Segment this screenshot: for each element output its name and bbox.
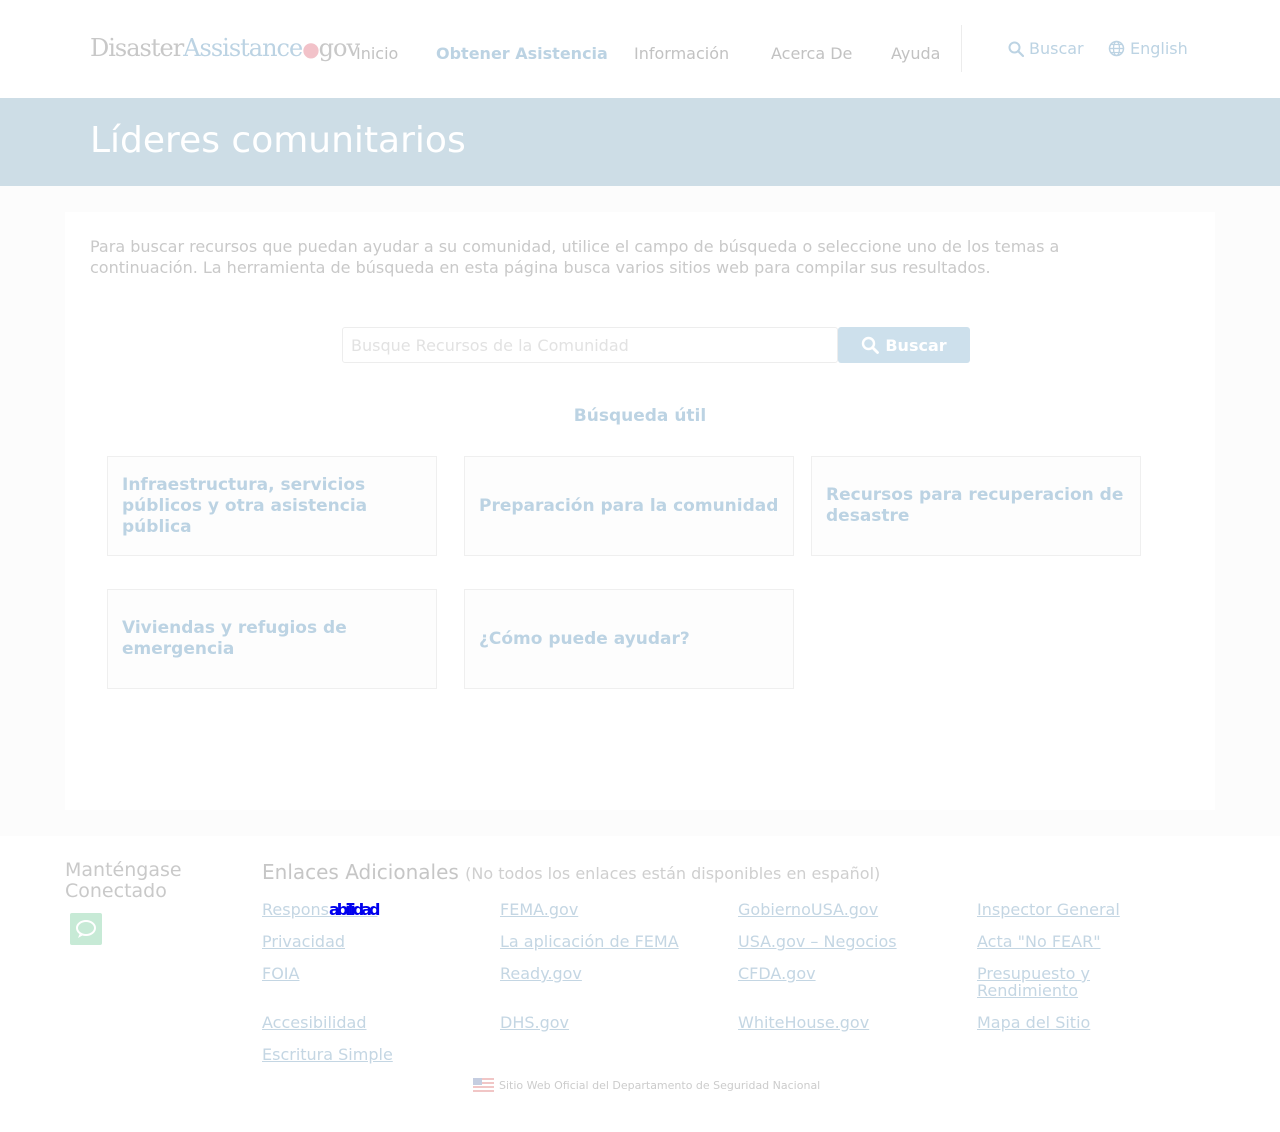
footer-link-mapa-del-sitio[interactable]: Mapa del Sitio (977, 1014, 1197, 1031)
footer-link-presupuesto[interactable]: Presupuesto y Rendimiento (977, 965, 1137, 999)
community-search-button[interactable]: Buscar (838, 327, 970, 363)
nav-item-ayuda[interactable]: Ayuda (891, 44, 940, 63)
topic-card-recuperacion[interactable]: Recursos para recuperacion de desastre (811, 456, 1141, 556)
additional-links-heading: Enlaces Adicionales (262, 860, 459, 884)
footer-link-usa-negocios[interactable]: USA.gov – Negocios (738, 933, 958, 950)
site-logo[interactable]: DisasterAssistance●gov (90, 34, 360, 62)
topic-card-preparacion[interactable]: Preparación para la comunidad (464, 456, 794, 556)
search-icon (862, 336, 880, 354)
footer-link-inspector-general[interactable]: Inspector General (977, 901, 1197, 918)
additional-links-note: (No todos los enlaces están disponibles … (465, 864, 881, 883)
topic-card-viviendas[interactable]: Viviendas y refugios de emergencia (107, 589, 437, 689)
footer-link-responsabilidad-glitch: abilidad (329, 900, 380, 919)
site-header: DisasterAssistance●gov Inicio Obtener As… (0, 0, 1280, 98)
logo-text-assistance: Assistance (183, 34, 303, 62)
community-search-button-label: Buscar (885, 335, 947, 355)
nav-item-informacion[interactable]: Información (634, 44, 729, 63)
additional-links-title: Enlaces Adicionales (No todos los enlace… (262, 860, 880, 884)
footer-link-dhs[interactable]: DHS.gov (500, 1014, 720, 1031)
helpful-search-title: Búsqueda útil (573, 406, 707, 426)
footer-link-ready[interactable]: Ready.gov (500, 965, 720, 982)
official-site-notice: Sitio Web Oficial del Departamento de Se… (473, 1078, 820, 1092)
footer-link-responsabilidad[interactable]: Responsabilidad (262, 901, 482, 918)
nav-item-inicio[interactable]: Inicio (356, 44, 398, 63)
footer-link-whitehouse[interactable]: WhiteHouse.gov (738, 1014, 958, 1031)
footer-link-escritura-simple[interactable]: Escritura Simple (262, 1046, 482, 1063)
page-title: Líderes comunitarios (90, 120, 466, 161)
nav-item-obtener-asistencia[interactable]: Obtener Asistencia (436, 44, 608, 63)
footer-link-responsabilidad-text: Respons (262, 900, 329, 919)
footer-link-cfda[interactable]: CFDA.gov (738, 965, 958, 982)
community-search-input[interactable] (342, 327, 838, 363)
speech-bubble-icon (76, 920, 96, 938)
nav-divider (961, 25, 962, 72)
logo-dot: ● (302, 37, 319, 61)
nav-item-acerca-de[interactable]: Acerca De (771, 44, 852, 63)
header-search-link[interactable]: Buscar (1008, 39, 1084, 58)
footer-link-accesibilidad[interactable]: Accesibilidad (262, 1014, 482, 1031)
header-search-label: Buscar (1029, 39, 1084, 58)
footer-link-fema[interactable]: FEMA.gov (500, 901, 720, 918)
footer-link-app-fema[interactable]: La aplicación de FEMA (500, 933, 720, 950)
stay-connected-title: Manténgase Conectado (65, 859, 182, 902)
language-toggle[interactable]: English (1108, 39, 1188, 58)
us-flag-icon (473, 1078, 494, 1092)
language-label: English (1130, 39, 1188, 58)
official-site-text: Sitio Web Oficial del Departamento de Se… (499, 1078, 821, 1092)
footer-link-gobierno-usa[interactable]: GobiernoUSA.gov (738, 901, 958, 918)
topic-card-infraestructura[interactable]: Infraestructura, servicios públicos y ot… (107, 456, 437, 556)
intro-text: Para buscar recursos que puedan ayudar a… (90, 237, 1060, 277)
page-banner: Líderes comunitarios (0, 98, 1280, 186)
chat-icon[interactable] (70, 913, 102, 945)
footer-link-foia[interactable]: FOIA (262, 965, 482, 982)
globe-icon (1108, 40, 1125, 57)
footer-link-privacidad[interactable]: Privacidad (262, 933, 482, 950)
topic-card-como-ayudar[interactable]: ¿Cómo puede ayudar? (464, 589, 794, 689)
search-icon (1008, 41, 1024, 57)
footer-link-no-fear[interactable]: Acta "No FEAR" (977, 933, 1197, 950)
logo-text-gov: gov (318, 34, 360, 62)
logo-text-disaster: Disaster (90, 34, 184, 62)
